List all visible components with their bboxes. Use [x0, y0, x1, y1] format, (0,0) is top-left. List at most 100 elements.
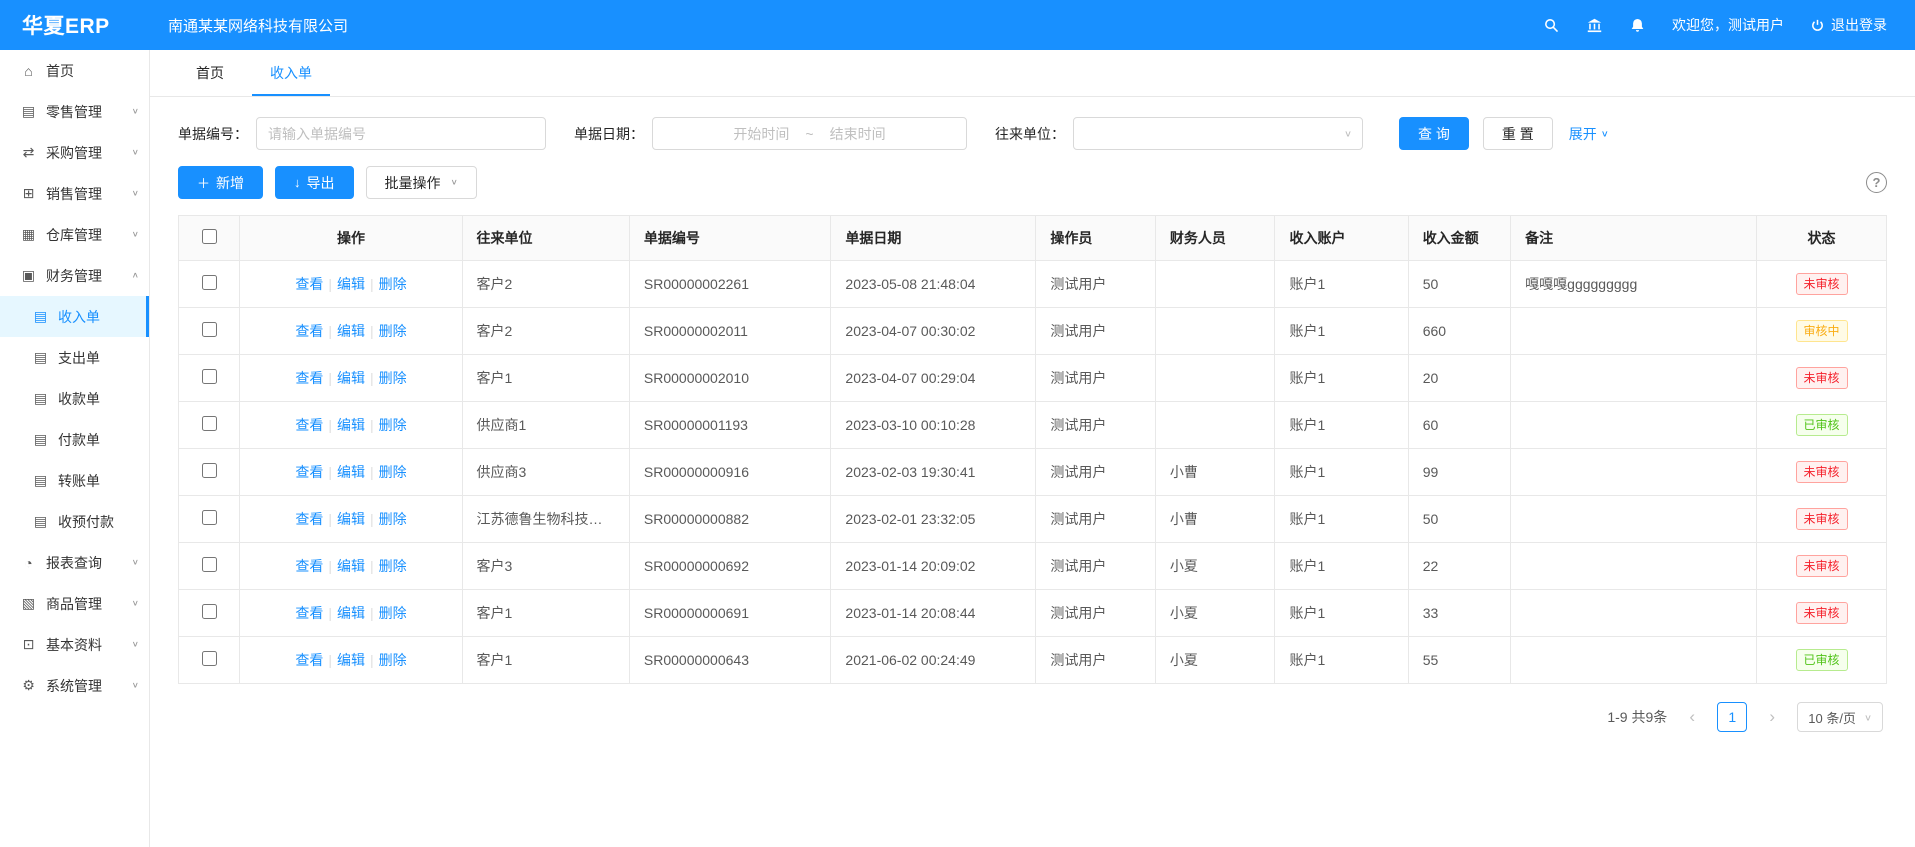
- view-link[interactable]: 查看: [295, 464, 323, 480]
- toolbar: ＋ 新增 ↓ 导出 批量操作 ∨ ?: [178, 166, 1887, 199]
- edit-link[interactable]: 编辑: [337, 323, 365, 339]
- help-icon[interactable]: ?: [1866, 172, 1887, 193]
- sidebar-item-8[interactable]: ⊡基本资料∨: [0, 624, 149, 665]
- sidebar-item-6[interactable]: ◔报表查询∨: [0, 542, 149, 583]
- row-checkbox[interactable]: [202, 369, 217, 384]
- row-checkbox[interactable]: [202, 275, 217, 290]
- delete-link[interactable]: 删除: [379, 417, 407, 433]
- sidebar-item-1[interactable]: ▤零售管理∨: [0, 91, 149, 132]
- cell-finance-staff: 小夏: [1155, 590, 1275, 637]
- sidebar-item-label: 仓库管理: [46, 225, 128, 245]
- edit-link[interactable]: 编辑: [337, 511, 365, 527]
- delete-link[interactable]: 删除: [379, 464, 407, 480]
- view-link[interactable]: 查看: [295, 323, 323, 339]
- income-table: 操作往来单位单据编号单据日期操作员财务人员收入账户收入金额备注状态 查看|编辑|…: [178, 215, 1887, 684]
- sidebar-menu: ⌂首页▤零售管理∨⇄采购管理∨⊞销售管理∨▦仓库管理∨▣财务管理∧▤收入单▤支出…: [0, 50, 149, 706]
- actions-cell: 查看|编辑|删除: [240, 402, 462, 449]
- date-end-input[interactable]: 结束时间: [830, 124, 886, 144]
- sidebar-subitem-5[interactable]: ▤收预付款: [0, 501, 149, 542]
- row-checkbox[interactable]: [202, 604, 217, 619]
- row-checkbox[interactable]: [202, 510, 217, 525]
- row-checkbox[interactable]: [202, 322, 217, 337]
- delete-link[interactable]: 删除: [379, 511, 407, 527]
- view-link[interactable]: 查看: [295, 370, 323, 386]
- page-size-select[interactable]: 10 条/页 ∨: [1797, 702, 1883, 732]
- sidebar-item-4[interactable]: ▦仓库管理∨: [0, 214, 149, 255]
- sidebar-item-5[interactable]: ▣财务管理∧: [0, 255, 149, 296]
- action-divider: |: [370, 370, 374, 386]
- export-button[interactable]: ↓ 导出: [275, 166, 354, 199]
- action-divider: |: [370, 417, 374, 433]
- search-button[interactable]: 查 询: [1399, 117, 1469, 150]
- prev-page-button[interactable]: ‹: [1677, 702, 1707, 732]
- view-link[interactable]: 查看: [295, 417, 323, 433]
- column-header: 财务人员: [1155, 216, 1275, 261]
- sidebar-subitem-3[interactable]: ▤付款单: [0, 419, 149, 460]
- delete-link[interactable]: 删除: [379, 652, 407, 668]
- logout-button[interactable]: 退出登录: [1810, 15, 1887, 35]
- sidebar-subitem-1[interactable]: ▤支出单: [0, 337, 149, 378]
- edit-link[interactable]: 编辑: [337, 464, 365, 480]
- row-checkbox[interactable]: [202, 463, 217, 478]
- view-link[interactable]: 查看: [295, 558, 323, 574]
- delete-link[interactable]: 删除: [379, 605, 407, 621]
- row-checkbox[interactable]: [202, 557, 217, 572]
- view-link[interactable]: 查看: [295, 652, 323, 668]
- sidebar: ⌂首页▤零售管理∨⇄采购管理∨⊞销售管理∨▦仓库管理∨▣财务管理∧▤收入单▤支出…: [0, 50, 150, 847]
- expand-link[interactable]: 展开 ∨: [1569, 124, 1609, 144]
- row-checkbox[interactable]: [202, 416, 217, 431]
- bell-icon[interactable]: [1629, 17, 1646, 34]
- edit-link[interactable]: 编辑: [337, 652, 365, 668]
- cell-account: 账户1: [1275, 308, 1408, 355]
- cell-date: 2023-01-14 20:09:02: [831, 543, 1036, 590]
- view-link[interactable]: 查看: [295, 605, 323, 621]
- add-button[interactable]: ＋ 新增: [178, 166, 263, 199]
- logout-label: 退出登录: [1831, 15, 1887, 35]
- edit-link[interactable]: 编辑: [337, 558, 365, 574]
- search-icon[interactable]: [1543, 17, 1560, 34]
- cell-account: 账户1: [1275, 449, 1408, 496]
- date-range-picker[interactable]: 开始时间 ~ 结束时间: [652, 117, 967, 150]
- reset-button[interactable]: 重 置: [1483, 117, 1553, 150]
- table-body: 查看|编辑|删除客户2SR000000022612023-05-08 21:48…: [179, 261, 1887, 684]
- delete-link[interactable]: 删除: [379, 276, 407, 292]
- row-checkbox[interactable]: [202, 651, 217, 666]
- chevron-up-icon: ∧: [132, 271, 139, 280]
- edit-link[interactable]: 编辑: [337, 417, 365, 433]
- action-divider: |: [370, 605, 374, 621]
- sidebar-item-9[interactable]: ⚙系统管理∨: [0, 665, 149, 706]
- view-link[interactable]: 查看: [295, 276, 323, 292]
- page-number-button[interactable]: 1: [1717, 702, 1747, 732]
- company-name: 南通某某网络科技有限公司: [150, 15, 348, 36]
- bank-icon[interactable]: [1586, 17, 1603, 34]
- edit-link[interactable]: 编辑: [337, 370, 365, 386]
- sidebar-item-7[interactable]: ▧商品管理∨: [0, 583, 149, 624]
- edit-link[interactable]: 编辑: [337, 605, 365, 621]
- cell-number: SR00000001193: [629, 402, 831, 449]
- bill-number-input[interactable]: [256, 117, 546, 150]
- table-row: 查看|编辑|删除江苏德鲁生物科技有限...SR000000008822023-0…: [179, 496, 1887, 543]
- sidebar-item-3[interactable]: ⊞销售管理∨: [0, 173, 149, 214]
- cell-date: 2021-06-02 00:24:49: [831, 637, 1036, 684]
- date-start-input[interactable]: 开始时间: [733, 124, 789, 144]
- delete-link[interactable]: 删除: [379, 370, 407, 386]
- sidebar-item-label: 支出单: [58, 348, 139, 368]
- delete-link[interactable]: 删除: [379, 558, 407, 574]
- sidebar-item-0[interactable]: ⌂首页: [0, 50, 149, 91]
- select-all-checkbox[interactable]: [202, 229, 217, 244]
- next-page-button[interactable]: ›: [1757, 702, 1787, 732]
- tab-1[interactable]: 收入单: [252, 50, 330, 96]
- sidebar-subitem-2[interactable]: ▤收款单: [0, 378, 149, 419]
- tab-0[interactable]: 首页: [178, 50, 242, 96]
- batch-button[interactable]: 批量操作 ∨: [366, 166, 477, 199]
- table-row: 查看|编辑|删除客户1SR000000006912023-01-14 20:08…: [179, 590, 1887, 637]
- delete-link[interactable]: 删除: [379, 323, 407, 339]
- edit-link[interactable]: 编辑: [337, 276, 365, 292]
- sidebar-item-label: 转账单: [58, 471, 139, 491]
- partner-select[interactable]: ∨: [1073, 117, 1363, 150]
- sidebar-subitem-0[interactable]: ▤收入单: [0, 296, 149, 337]
- sidebar-subitem-4[interactable]: ▤转账单: [0, 460, 149, 501]
- sidebar-item-2[interactable]: ⇄采购管理∨: [0, 132, 149, 173]
- view-link[interactable]: 查看: [295, 511, 323, 527]
- cell-number: SR00000000916: [629, 449, 831, 496]
